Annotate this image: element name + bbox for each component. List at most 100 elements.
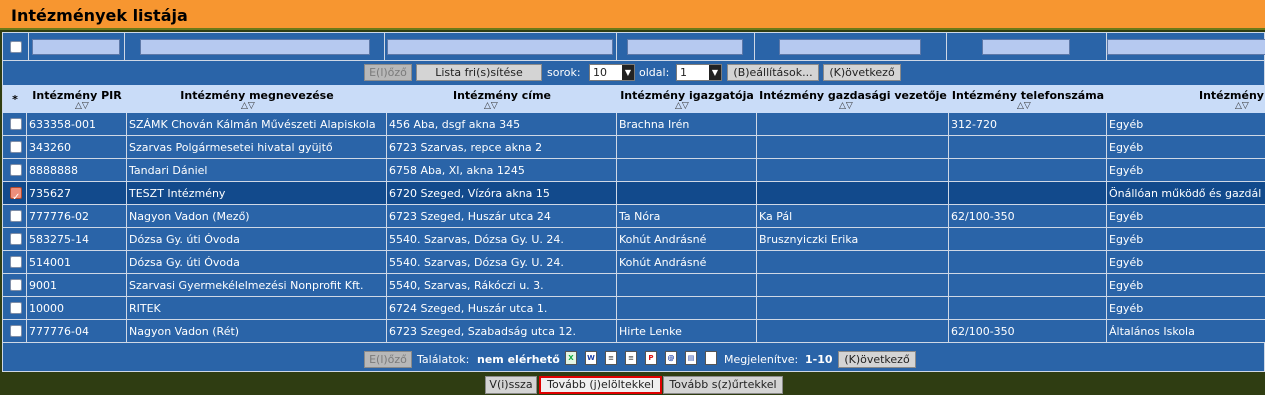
blank-page-icon[interactable] xyxy=(705,351,717,365)
settings-button[interactable]: (B)eállítások... xyxy=(727,64,819,81)
sort-arrows-icon[interactable]: △▽ xyxy=(1017,101,1031,111)
cell-address: 6723 Szeged, Szabadság utca 12. xyxy=(387,320,617,343)
sort-arrows-icon[interactable]: △▽ xyxy=(484,101,498,111)
filter-type-input[interactable] xyxy=(1107,39,1265,55)
filter-address-input[interactable] xyxy=(387,39,613,55)
next-page-button-top[interactable]: (K)övetkező xyxy=(823,64,901,81)
cell-type: Általános Iskola xyxy=(1109,325,1195,338)
row-checkbox[interactable] xyxy=(10,164,22,176)
rows-per-page-value: 10 xyxy=(593,66,607,79)
table-header: * Intézmény PIR △▽ Intézmény megnevezése… xyxy=(3,85,1265,113)
table-row[interactable]: 633358-001 SZÁMK Chován Kálmán Művészeti … xyxy=(3,113,1265,136)
prev-page-button-top[interactable]: E(l)őző xyxy=(364,64,412,81)
cell-address: 6723 Szarvas, repce akna 2 xyxy=(387,136,617,159)
cell-type: Egyéb xyxy=(1109,164,1144,177)
table-row[interactable]: 8888888 Tandari Dániel 6758 Aba, XI, akna … xyxy=(3,159,1265,182)
table-row[interactable]: 777776-04 Nagyon Vadon (Rét) 6723 Szeged, … xyxy=(3,320,1265,343)
header-name[interactable]: Intézmény megnevezése △▽ xyxy=(127,85,387,113)
sort-arrows-icon[interactable]: △▽ xyxy=(675,101,689,111)
row-checkbox[interactable] xyxy=(10,302,22,314)
filter-pir-input[interactable] xyxy=(32,39,120,55)
cell-type: Egyéb xyxy=(1109,210,1144,223)
filter-director-input[interactable] xyxy=(627,39,743,55)
cell-phone: 62/100-350 xyxy=(949,205,1107,228)
email-icon[interactable]: @ xyxy=(665,351,677,365)
row-checkbox[interactable] xyxy=(10,233,22,245)
filter-name-input[interactable] xyxy=(140,39,370,55)
row-checkbox[interactable] xyxy=(10,118,22,130)
results-value: nem elérhető xyxy=(477,353,560,366)
text-icon[interactable]: ≡ xyxy=(605,351,617,365)
row-checkbox-cell xyxy=(3,136,27,159)
row-checkbox-cell xyxy=(3,182,27,205)
row-checkbox[interactable] xyxy=(10,186,22,205)
rows-per-page-select[interactable]: 10 ▼ xyxy=(589,64,635,81)
cell-address: 5540. Szarvas, Dózsa Gy. U. 24. xyxy=(387,251,617,274)
filter-phone-input[interactable] xyxy=(982,39,1070,55)
document-icon[interactable]: ≡ xyxy=(625,351,637,365)
cell-pir: 514001 xyxy=(27,251,127,274)
header-address[interactable]: Intézmény címe △▽ xyxy=(387,85,617,113)
pdf-icon[interactable]: P xyxy=(645,351,657,365)
cell-director: Kohút Andrásné xyxy=(617,228,757,251)
word-icon[interactable]: W xyxy=(585,351,597,365)
sort-arrows-icon[interactable]: △▽ xyxy=(1235,101,1249,111)
next-page-button-bottom[interactable]: (K)övetkező xyxy=(838,351,916,368)
sort-arrows-icon[interactable]: △▽ xyxy=(839,101,853,111)
cell-type: Egyéb xyxy=(1109,141,1144,154)
row-checkbox[interactable] xyxy=(10,210,22,222)
table-row[interactable]: 10000 RITEK 6724 Szeged, Huszár utca 1. Egy… xyxy=(3,297,1265,320)
prev-page-button-bottom[interactable]: E(l)őző xyxy=(364,351,412,368)
continue-with-filtered-button[interactable]: Tovább s(z)űrtekkel xyxy=(663,376,783,394)
cell-director: Brachna Irén xyxy=(617,113,757,136)
row-checkbox[interactable] xyxy=(10,256,22,268)
sort-arrows-icon[interactable]: △▽ xyxy=(75,101,89,111)
cell-director xyxy=(617,297,757,320)
bottom-pager: E(l)őző Találatok: nem elérhető X W ≡ ≡ … xyxy=(3,347,1265,373)
cell-name: Szarvasi Gyermekélelmezési Nonprofit Kft… xyxy=(127,274,387,297)
cell-pir: 10000 xyxy=(27,297,127,320)
table-row[interactable]: 777776-02 Nagyon Vadon (Mező) 6723 Szeged,… xyxy=(3,205,1265,228)
row-checkbox-cell xyxy=(3,159,27,182)
refresh-list-button[interactable]: Lista fri(s)sítése xyxy=(416,64,542,81)
table-row[interactable]: 9001 Szarvasi Gyermekélelmezési Nonprofit… xyxy=(3,274,1265,297)
header-pir[interactable]: Intézmény PIR △▽ xyxy=(27,85,127,113)
cell-address: 5540. Szarvas, Dózsa Gy. U. 24. xyxy=(387,228,617,251)
sort-arrows-icon[interactable]: △▽ xyxy=(241,101,255,111)
cell-finance: Brusznyiczki Erika xyxy=(757,228,949,251)
cell-address: 5540, Szarvas, Rákóczi u. 3. xyxy=(387,274,617,297)
table-row[interactable]: 735627TESZT Intézmény6720 Szeged, Vízóra… xyxy=(3,182,1265,205)
cell-name: Dózsa Gy. úti Óvoda xyxy=(127,228,387,251)
cell-type: Egyéb xyxy=(1109,279,1144,292)
cell-pir: 777776-04 xyxy=(27,320,127,343)
header-director[interactable]: Intézmény igazgatója △▽ xyxy=(617,85,757,113)
header-phone[interactable]: Intézmény telefonszáma △▽ xyxy=(949,85,1107,113)
row-checkbox[interactable] xyxy=(10,279,22,291)
cell-director: Ta Nóra xyxy=(617,205,757,228)
row-checkbox[interactable] xyxy=(10,141,22,153)
excel-icon[interactable]: X xyxy=(565,351,577,365)
filter-row xyxy=(3,33,1265,61)
cell-phone xyxy=(949,182,1107,205)
row-checkbox-cell xyxy=(3,205,27,228)
page-label: oldal: xyxy=(639,66,670,79)
select-all-checkbox[interactable] xyxy=(10,41,22,53)
header-type[interactable]: Intézmény △▽ xyxy=(1107,85,1265,113)
cell-pir: 343260 xyxy=(27,136,127,159)
filter-finance-input[interactable] xyxy=(779,39,921,55)
row-checkbox-cell xyxy=(3,274,27,297)
cell-address: 456 Aba, dsgf akna 345 xyxy=(387,113,617,136)
cell-director xyxy=(617,136,757,159)
page-select[interactable]: 1 ▼ xyxy=(676,64,722,81)
row-checkbox-cell xyxy=(3,297,27,320)
continue-with-checked-button[interactable]: Tovább (j)elöltekkel xyxy=(539,376,662,394)
cell-phone: 312-720 xyxy=(949,113,1107,136)
cell-name: SZÁMK Chován Kálmán Művészeti Alapiskola xyxy=(127,113,387,136)
print-icon[interactable]: ▤ xyxy=(685,351,697,365)
row-checkbox[interactable] xyxy=(10,325,22,337)
table-row[interactable]: 514001 Dózsa Gy. úti Óvoda 5540. Szarvas, … xyxy=(3,251,1265,274)
table-row[interactable]: 583275-14 Dózsa Gy. úti Óvoda 5540. Szarva… xyxy=(3,228,1265,251)
table-row[interactable]: 343260 Szarvas Polgármesetei hivatal gyüj… xyxy=(3,136,1265,159)
header-finance[interactable]: Intézmény gazdasági vezetője △▽ xyxy=(757,85,949,113)
back-button[interactable]: V(i)ssza xyxy=(485,376,537,394)
